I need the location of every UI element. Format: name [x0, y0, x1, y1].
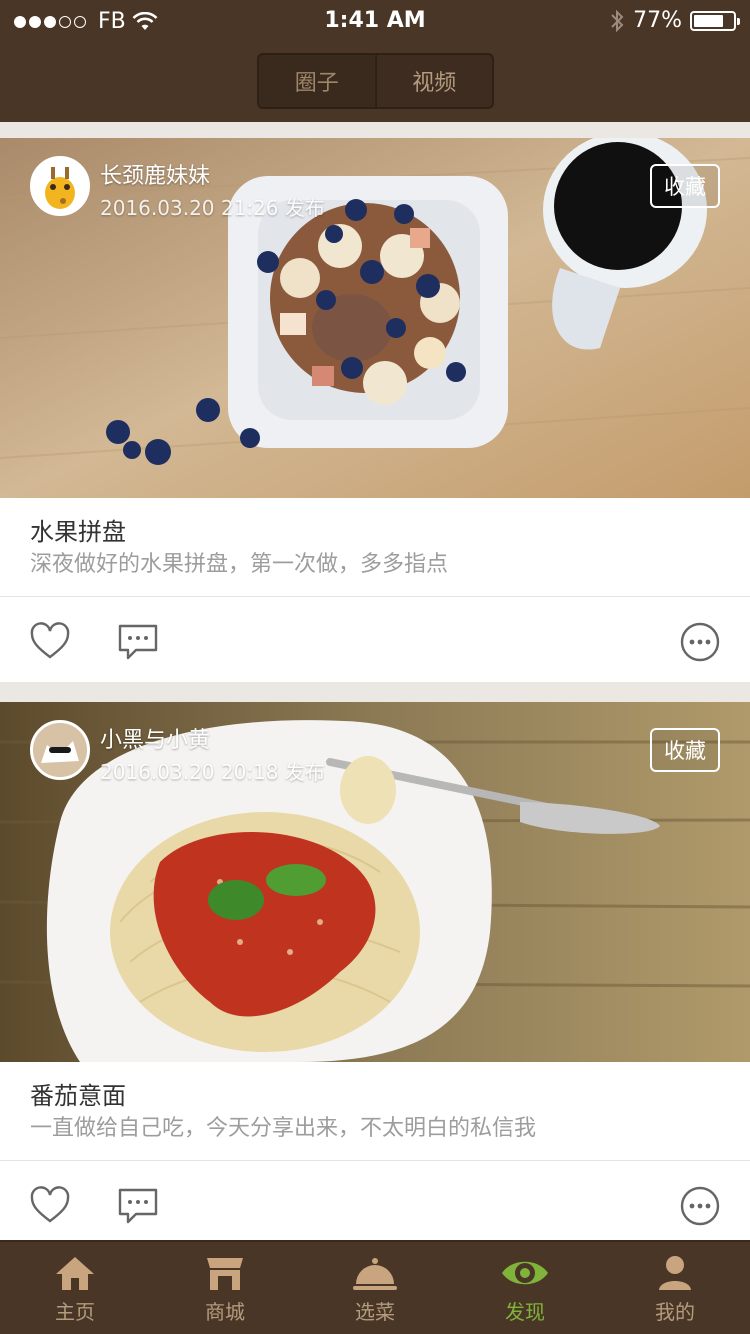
comment-icon[interactable]: [116, 1184, 160, 1228]
status-right: 77%: [609, 8, 740, 33]
post-time: 2016.03.20 21:26 发布: [100, 196, 325, 220]
divider: [0, 1160, 750, 1161]
post-description: 深夜做好的水果拼盘，第一次做，多多指点: [30, 552, 449, 577]
tab-home[interactable]: 主页: [0, 1242, 150, 1334]
tab-label: 我的: [655, 1300, 695, 1324]
tab-label: 主页: [55, 1300, 95, 1324]
author-name[interactable]: 长颈鹿妹妹: [100, 158, 210, 190]
eye-icon: [502, 1261, 548, 1285]
collect-button[interactable]: 收藏: [650, 728, 720, 772]
tab-video[interactable]: 视频: [374, 55, 493, 107]
author-name[interactable]: 小黑与小黄: [100, 722, 210, 754]
cat-avatar[interactable]: [30, 720, 90, 780]
tab-label: 发现: [505, 1300, 545, 1324]
tab-label: 商城: [205, 1300, 245, 1324]
tab-discover[interactable]: 发现: [450, 1242, 600, 1334]
post-card: 长颈鹿妹妹 2016.03.20 21:26 发布 收藏 水果拼盘 深夜做好的水…: [0, 138, 750, 682]
post-card: 小黑与小黄 2016.03.20 20:18 发布 收藏 番茄意面 一直做给自己…: [0, 702, 750, 1240]
app: FB 1:41 AM 77% 圈子 视频 长颈鹿妹妹 2016.03.20 21…: [0, 0, 750, 1334]
cloche-icon: [353, 1258, 397, 1290]
tab-pick-dish[interactable]: 选菜: [300, 1242, 450, 1334]
heart-icon[interactable]: [28, 1184, 72, 1228]
segmented-control: 圈子 视频: [257, 53, 494, 109]
tab-shop[interactable]: 商城: [150, 1242, 300, 1334]
more-icon[interactable]: [678, 1184, 722, 1228]
battery-percent: 77%: [633, 8, 682, 33]
post-title: 水果拼盘: [30, 518, 126, 546]
tab-me[interactable]: 我的: [600, 1242, 750, 1334]
giraffe-avatar[interactable]: [30, 156, 90, 216]
bluetooth-icon: [611, 9, 624, 32]
battery-level: [694, 14, 724, 27]
home-icon: [56, 1257, 94, 1290]
divider: [0, 596, 750, 597]
tab-bar: 主页 商城 选菜 发现 我的: [0, 1240, 750, 1334]
tab-label: 选菜: [355, 1300, 395, 1324]
heart-icon[interactable]: [28, 620, 72, 664]
battery-icon: [690, 10, 740, 31]
user-icon: [659, 1256, 691, 1290]
collect-button[interactable]: 收藏: [650, 164, 720, 208]
post-photo[interactable]: 长颈鹿妹妹 2016.03.20 21:26 发布 收藏: [0, 138, 750, 498]
post-description: 一直做给自己吃，今天分享出来，不太明白的私信我: [30, 1116, 537, 1141]
tab-circle[interactable]: 圈子: [259, 55, 375, 107]
status-bar: FB 1:41 AM 77%: [0, 0, 750, 42]
header: FB 1:41 AM 77% 圈子 视频: [0, 0, 750, 122]
feed: 长颈鹿妹妹 2016.03.20 21:26 发布 收藏 水果拼盘 深夜做好的水…: [0, 122, 750, 1240]
post-photo[interactable]: 小黑与小黄 2016.03.20 20:18 发布 收藏: [0, 702, 750, 1062]
more-icon[interactable]: [678, 620, 722, 664]
shop-icon: [207, 1258, 243, 1290]
post-time: 2016.03.20 20:18 发布: [100, 760, 325, 784]
comment-icon[interactable]: [116, 620, 160, 664]
post-title: 番茄意面: [30, 1082, 126, 1110]
